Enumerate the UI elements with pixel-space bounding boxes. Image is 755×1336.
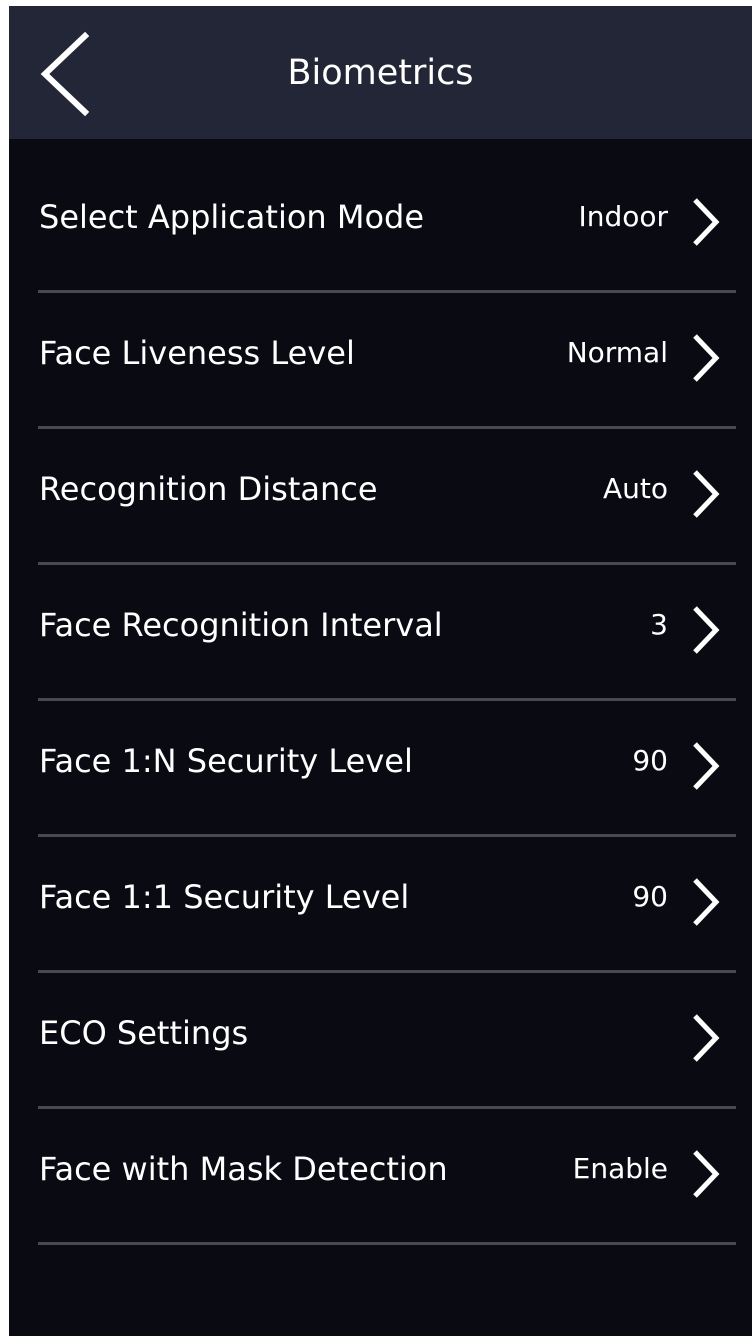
setting-value: 90 xyxy=(632,880,668,913)
chevron-left-icon xyxy=(40,31,90,117)
setting-label: Recognition Distance xyxy=(39,470,378,508)
header-bar: Biometrics xyxy=(9,6,752,139)
setting-label: Select Application Mode xyxy=(39,198,425,236)
setting-row-application-mode[interactable]: Select Application Mode Indoor xyxy=(9,139,752,293)
setting-value: Normal xyxy=(566,336,668,369)
setting-row-mask-detection[interactable]: Face with Mask Detection Enable xyxy=(9,1091,752,1245)
settings-list: Select Application Mode Indoor Face Live… xyxy=(9,139,752,1245)
setting-row-eco-settings[interactable]: ECO Settings xyxy=(9,955,752,1109)
chevron-right-icon xyxy=(693,334,720,382)
setting-row-recognition-interval[interactable]: Face Recognition Interval 3 xyxy=(9,547,752,701)
setting-label: ECO Settings xyxy=(39,1014,249,1052)
chevron-right-icon xyxy=(693,878,720,926)
setting-row-liveness-level[interactable]: Face Liveness Level Normal xyxy=(9,275,752,429)
setting-value: 3 xyxy=(650,608,668,641)
setting-row-11-security-level[interactable]: Face 1:1 Security Level 90 xyxy=(9,819,752,973)
setting-value: Enable xyxy=(572,1152,668,1185)
page-title: Biometrics xyxy=(287,53,474,93)
chevron-right-icon xyxy=(693,1014,720,1062)
setting-row-1n-security-level[interactable]: Face 1:N Security Level 90 xyxy=(9,683,752,837)
chevron-right-icon xyxy=(693,742,720,790)
divider xyxy=(38,1242,736,1245)
back-button[interactable] xyxy=(37,30,97,118)
chevron-right-icon xyxy=(693,470,720,518)
setting-value: Indoor xyxy=(578,200,668,233)
setting-value: Auto xyxy=(602,472,668,505)
chevron-right-icon xyxy=(693,1150,720,1198)
setting-label: Face with Mask Detection xyxy=(39,1150,448,1188)
setting-label: Face 1:1 Security Level xyxy=(39,878,410,916)
setting-label: Face Liveness Level xyxy=(39,334,355,372)
setting-row-recognition-distance[interactable]: Recognition Distance Auto xyxy=(9,411,752,565)
setting-label: Face Recognition Interval xyxy=(39,606,443,644)
setting-label: Face 1:N Security Level xyxy=(39,742,413,780)
setting-value: 90 xyxy=(632,744,668,777)
biometrics-screen: Biometrics Select Application Mode Indoo… xyxy=(9,6,752,1336)
chevron-right-icon xyxy=(693,198,720,246)
chevron-right-icon xyxy=(693,606,720,654)
